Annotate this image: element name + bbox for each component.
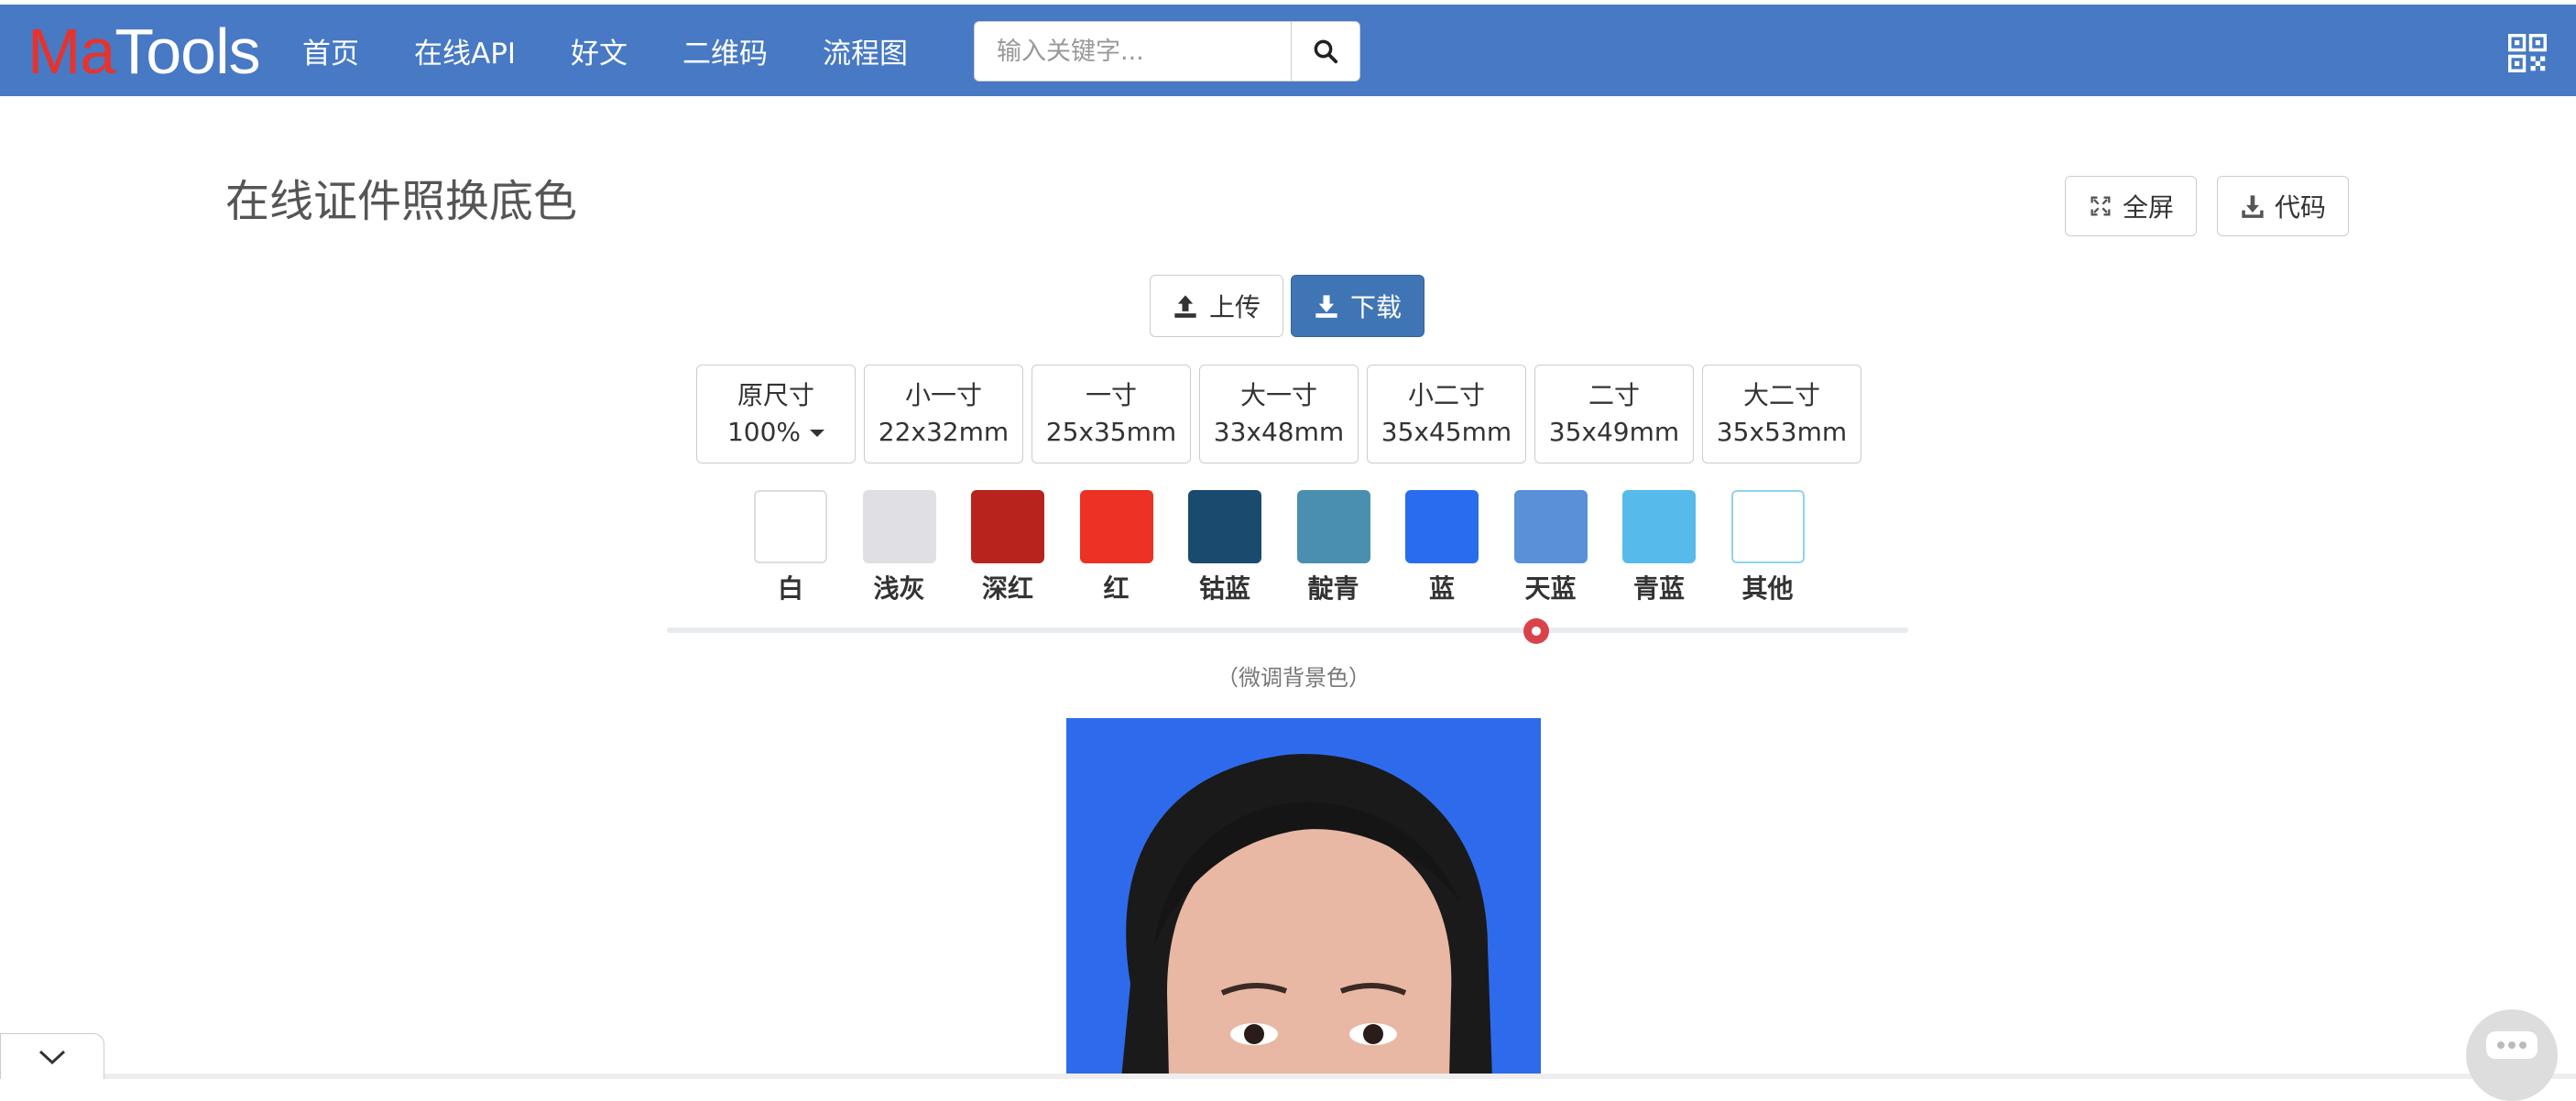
upload-icon: [1174, 295, 1196, 318]
size-value: 22x32mm: [878, 417, 1010, 447]
size-name: 小一寸: [904, 380, 982, 410]
size-value: 35x53mm: [1716, 417, 1848, 447]
size-option-large-1inch[interactable]: 大一寸 33x48mm: [1199, 365, 1359, 463]
size-option-2inch[interactable]: 二寸 35x49mm: [1534, 365, 1694, 463]
color-label: 钴蓝: [1198, 573, 1250, 604]
size-name: 小二寸: [1407, 380, 1485, 410]
download-icon: [1315, 295, 1337, 318]
portrait-image: [1121, 754, 1492, 1079]
size-value: 35x49mm: [1548, 417, 1680, 447]
size-name: 大一寸: [1239, 380, 1317, 410]
search-box: [974, 21, 1360, 82]
caret-down-icon: [810, 430, 825, 437]
hue-slider-thumb[interactable]: [1523, 618, 1549, 644]
chat-icon: [2486, 1031, 2538, 1059]
color-label: 天蓝: [1524, 573, 1577, 604]
code-label: 代码: [2274, 192, 2326, 223]
color-label: 深红: [981, 573, 1033, 604]
color-swatch: [971, 490, 1044, 563]
top-navbar: MaTools 首页 在线API 好文 二维码 流程图: [0, 5, 2576, 96]
color-label: 白: [777, 573, 803, 604]
download-icon: [2242, 195, 2264, 218]
nav-home[interactable]: 首页: [302, 30, 359, 71]
search-input[interactable]: [974, 21, 1291, 82]
size-value: 33x48mm: [1213, 417, 1345, 447]
chat-widget-button[interactable]: [2466, 1009, 2558, 1101]
search-icon: [1314, 39, 1338, 64]
nav-flowchart[interactable]: 流程图: [823, 30, 908, 71]
expand-icon: [2090, 196, 2111, 216]
main-nav: 首页 在线API 好文 二维码 流程图: [302, 5, 963, 96]
size-name: 大二寸: [1742, 380, 1820, 410]
color-swatch: [754, 490, 827, 563]
nav-online-api[interactable]: 在线API: [414, 30, 516, 71]
nav-articles[interactable]: 好文: [571, 30, 628, 71]
color-option-white[interactable]: 白: [754, 490, 827, 605]
upload-button[interactable]: 上传: [1150, 275, 1283, 337]
color-swatch: [1730, 490, 1805, 563]
size-option-small-1inch[interactable]: 小一寸 22x32mm: [864, 365, 1023, 463]
qrcode-icon[interactable]: [2508, 34, 2547, 72]
logo[interactable]: MaTools: [27, 19, 261, 83]
logo-ma: Ma: [27, 16, 115, 87]
size-option-1inch[interactable]: 一寸 25x35mm: [1031, 365, 1191, 463]
fullscreen-label: 全屏: [2122, 192, 2174, 223]
color-option-blue[interactable]: 蓝: [1405, 490, 1479, 605]
size-value: 35x45mm: [1381, 417, 1512, 447]
download-label: 下载: [1349, 292, 1402, 322]
slider-hint: （微调背景色）: [1217, 665, 1370, 691]
upload-label: 上传: [1208, 292, 1261, 322]
size-name: 原尺寸: [737, 380, 814, 410]
logo-tools: Tools: [115, 16, 260, 87]
color-label: 靛青: [1307, 573, 1359, 604]
color-swatch: [1296, 490, 1370, 563]
color-swatch: [1405, 490, 1479, 563]
size-name: 二寸: [1588, 380, 1640, 410]
color-option-cyan-blue[interactable]: 青蓝: [1622, 490, 1696, 605]
color-option-dark-red[interactable]: 深红: [971, 490, 1044, 605]
size-option-small-2inch[interactable]: 小二寸 35x45mm: [1367, 365, 1526, 463]
chevron-down-icon: [38, 1050, 66, 1064]
color-swatch: [862, 490, 936, 563]
color-option-indigo[interactable]: 靛青: [1296, 490, 1370, 605]
color-option-other[interactable]: 其他: [1730, 490, 1805, 605]
color-label: 青蓝: [1632, 573, 1685, 604]
size-option-original[interactable]: 原尺寸 100%: [696, 365, 856, 463]
color-label: 蓝: [1428, 573, 1455, 604]
size-name: 一寸: [1085, 380, 1137, 410]
color-option-red[interactable]: 红: [1079, 490, 1153, 605]
color-option-cobalt-blue[interactable]: 钴蓝: [1188, 490, 1261, 605]
size-value: 100%: [727, 414, 825, 451]
code-button[interactable]: 代码: [2217, 176, 2349, 236]
size-option-large-2inch[interactable]: 大二寸 35x53mm: [1702, 365, 1861, 463]
color-label: 浅灰: [873, 573, 925, 604]
color-swatch: [1513, 490, 1588, 563]
hue-slider-track[interactable]: [667, 627, 1908, 633]
bottom-divider: [0, 1074, 2576, 1079]
collapse-toggle-button[interactable]: [0, 1033, 104, 1079]
size-value: 25x35mm: [1045, 417, 1177, 447]
color-label: 其他: [1741, 573, 1794, 604]
color-label: 红: [1103, 573, 1130, 604]
color-swatch: [1622, 490, 1696, 563]
download-button[interactable]: 下载: [1291, 275, 1424, 337]
nav-qrcode[interactable]: 二维码: [682, 30, 768, 71]
page-title: 在线证件照换底色: [225, 176, 578, 227]
color-option-sky-blue[interactable]: 天蓝: [1513, 490, 1588, 605]
color-option-light-gray[interactable]: 浅灰: [862, 490, 936, 605]
color-swatch: [1188, 490, 1261, 563]
color-swatch: [1079, 490, 1153, 563]
fullscreen-button[interactable]: 全屏: [2065, 176, 2197, 236]
search-button[interactable]: [1291, 21, 1360, 82]
id-photo-preview: [1066, 718, 1541, 1079]
slider-thumb-dot: [1531, 627, 1541, 636]
